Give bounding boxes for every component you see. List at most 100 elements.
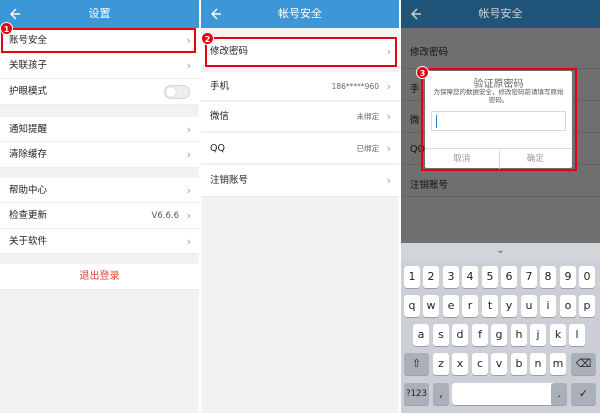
key-g[interactable]: g (491, 324, 507, 346)
key-3[interactable]: 3 (443, 266, 459, 288)
key-h[interactable]: h (511, 324, 527, 346)
keyboard-toolbar: ⌄ (401, 243, 600, 261)
period-key[interactable]: . (551, 383, 567, 405)
key-f[interactable]: f (472, 324, 488, 346)
key-e[interactable]: e (443, 295, 459, 317)
settings-item-link-child[interactable]: 关联孩子 › (0, 53, 199, 79)
key-m[interactable]: m (550, 353, 566, 375)
settings-item-label: 关于软件 (9, 236, 48, 247)
settings-item-label: 护眼模式 (9, 86, 48, 97)
key-b[interactable]: b (511, 353, 527, 375)
key-k[interactable]: k (550, 324, 566, 346)
page-title: 帐号安全 (478, 7, 523, 20)
key-6[interactable]: 6 (501, 266, 517, 288)
key-y[interactable]: y (501, 295, 517, 317)
dimmed-item: 注销账号 (410, 180, 449, 191)
settings-item-label: 检查更新 (9, 210, 48, 221)
qq-status: 已绑定 (356, 144, 380, 153)
settings-item-clear-cache[interactable]: 清除缓存 › (0, 142, 199, 168)
enter-key[interactable]: ✓ (571, 383, 596, 405)
key-7[interactable]: 7 (521, 266, 537, 288)
backspace-key[interactable]: ⌫ (571, 353, 596, 375)
step-badge: 1 (0, 22, 13, 35)
settings-item-label: 通知提醒 (9, 124, 48, 135)
key-1[interactable]: 1 (404, 266, 420, 288)
key-a[interactable]: a (413, 324, 429, 346)
settings-item-eye-mode: 护眼模式 (0, 79, 199, 105)
key-o[interactable]: o (560, 295, 576, 317)
account-item-label: 手机 (210, 81, 230, 92)
step-badge: 3 (416, 66, 429, 79)
highlight-box-change-password (205, 37, 397, 67)
key-9[interactable]: 9 (560, 266, 576, 288)
chevron-right-icon: › (186, 59, 191, 72)
key-u[interactable]: u (521, 295, 537, 317)
app-version: V6.6.6 (151, 211, 179, 221)
shift-key[interactable]: ⇧ (404, 353, 429, 375)
chevron-right-icon: › (386, 80, 391, 93)
account-item-deactivate[interactable]: 注销账号 › (201, 165, 399, 197)
account-item-qq[interactable]: QQ 已绑定 › (201, 133, 399, 164)
settings-item-help-center[interactable]: 帮助中心 › (0, 178, 199, 203)
dimmed-item: 手 (410, 84, 420, 95)
key-q[interactable]: q (404, 295, 420, 317)
settings-item-check-update[interactable]: 检查更新 V6.6.6 › (0, 203, 199, 229)
key-x[interactable]: x (452, 353, 468, 375)
settings-panel: 设置 账号安全 › 关联孩子 › 护眼模式 通知提醒 › 清除缓存 › 帮助中心… (0, 0, 199, 413)
account-item-label: 注销账号 (210, 175, 249, 186)
space-key[interactable] (452, 383, 566, 405)
account-security-header: 帐号安全 (201, 0, 399, 28)
divider (401, 196, 600, 197)
account-item-label: 微信 (210, 111, 230, 122)
chevron-right-icon: › (186, 209, 191, 222)
comma-key[interactable]: , (433, 383, 449, 405)
keyboard-collapse-icon[interactable]: ⌄ (401, 245, 600, 256)
settings-item-label: 关联孩子 (9, 60, 48, 71)
highlight-box-dialog (421, 68, 577, 171)
settings-item-label: 帮助中心 (9, 185, 48, 196)
settings-item-notifications[interactable]: 通知提醒 › (0, 117, 199, 142)
key-r[interactable]: r (462, 295, 478, 317)
key-t[interactable]: t (482, 295, 498, 317)
page-title: 设置 (88, 7, 111, 20)
logout-row[interactable]: 退出登录 (0, 264, 199, 290)
chevron-right-icon: › (386, 110, 391, 123)
settings-header: 设置 (0, 0, 199, 28)
logout-button[interactable]: 退出登录 (0, 264, 199, 290)
chevron-right-icon: › (186, 184, 191, 197)
key-w[interactable]: w (423, 295, 439, 317)
key-d[interactable]: d (452, 324, 468, 346)
key-4[interactable]: 4 (462, 266, 478, 288)
dimmed-item: 修改密码 (410, 47, 449, 58)
key-i[interactable]: i (540, 295, 556, 317)
account-item-phone[interactable]: 手机 186*****960 › (201, 72, 399, 101)
key-5[interactable]: 5 (482, 266, 498, 288)
key-j[interactable]: j (530, 324, 546, 346)
dimmed-item: 微 (410, 115, 420, 126)
symbols-key[interactable]: ?123 (404, 383, 429, 405)
dimmed-header: 帐号安全 (401, 0, 600, 28)
soft-keyboard: 1 2 3 4 5 6 7 8 9 0 q w e r t y u i o p … (401, 261, 600, 413)
key-v[interactable]: v (491, 353, 507, 375)
key-p[interactable]: p (579, 295, 595, 317)
chevron-right-icon: › (186, 123, 191, 136)
key-2[interactable]: 2 (423, 266, 439, 288)
key-z[interactable]: z (433, 353, 449, 375)
key-8[interactable]: 8 (540, 266, 556, 288)
toggle-knob (166, 87, 176, 97)
phone-value: 186*****960 (331, 82, 379, 91)
key-c[interactable]: c (472, 353, 488, 375)
chevron-right-icon: › (186, 148, 191, 161)
account-item-wechat[interactable]: 微信 未绑定 › (201, 102, 399, 132)
eye-mode-toggle[interactable] (164, 85, 190, 99)
highlight-box-account-security (1, 28, 196, 53)
key-n[interactable]: n (530, 353, 546, 375)
step-badge: 2 (201, 32, 214, 45)
chevron-right-icon: › (186, 235, 191, 248)
account-security-panel: 帐号安全 修改密码 › 手机 186*****960 › 微信 未绑定 › QQ… (201, 0, 399, 413)
settings-item-about[interactable]: 关于软件 › (0, 229, 199, 254)
key-l[interactable]: l (569, 324, 585, 346)
key-s[interactable]: s (433, 324, 449, 346)
settings-item-label: 清除缓存 (9, 149, 48, 160)
key-0[interactable]: 0 (579, 266, 595, 288)
